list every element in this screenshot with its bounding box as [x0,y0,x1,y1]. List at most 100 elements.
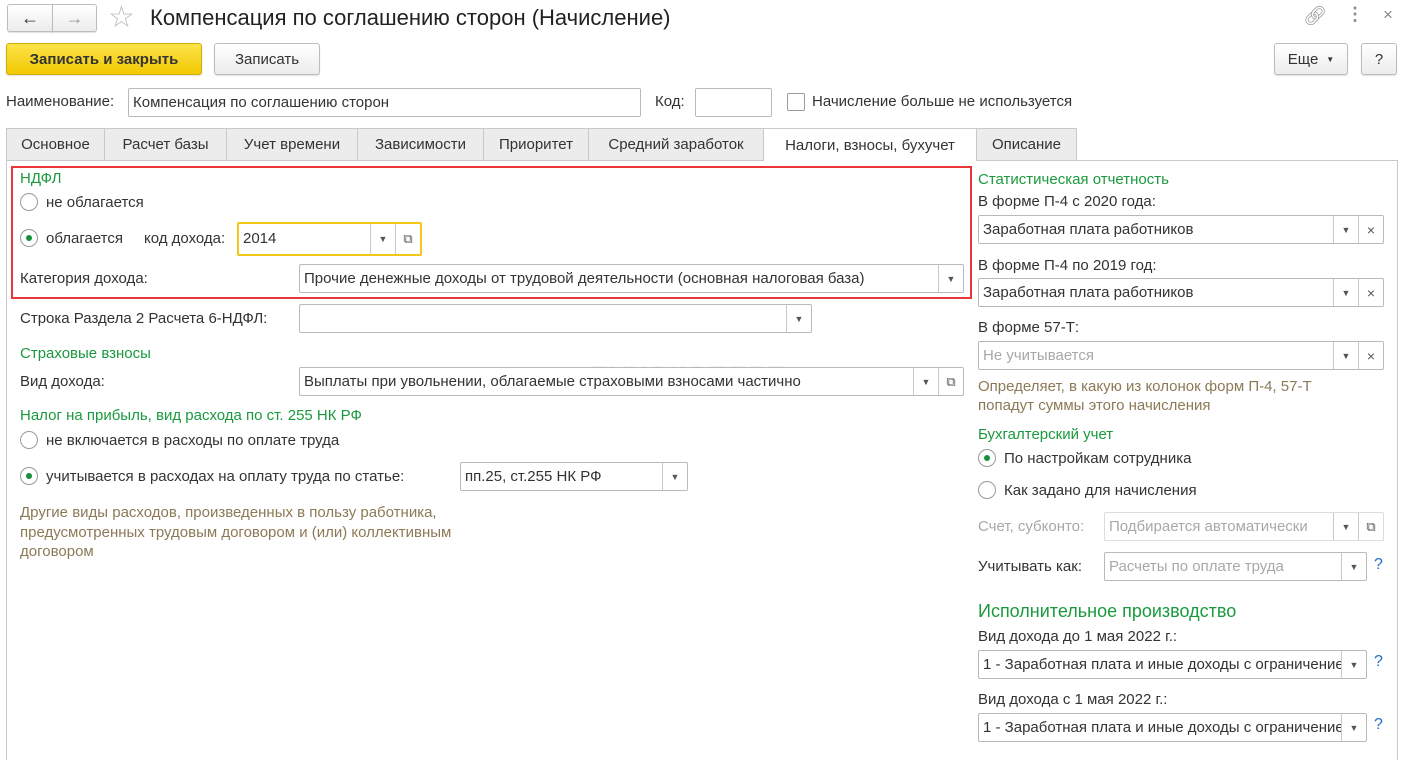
f57-select[interactable]: Не учитывается ▼ × [978,341,1384,370]
code-input[interactable] [695,88,772,117]
dropdown-arrow-icon[interactable]: ▼ [913,368,938,395]
clear-icon[interactable]: × [1358,279,1383,306]
p4-2020-label: В форме П-4 с 2020 года: [978,193,1156,210]
insurance-income-type-select[interactable]: Выплаты при увольнении, облагаемые страх… [299,367,964,396]
window-title: Компенсация по соглашению сторон (Начисл… [150,5,671,30]
help-question-icon[interactable]: ? [1374,556,1383,574]
treat-as-label: Учитывать как: [978,558,1083,575]
open-icon[interactable]: ⧉ [1358,513,1383,540]
profit-included-radio[interactable] [20,467,38,485]
enforcement-after-label: Вид дохода с 1 мая 2022 г.: [978,691,1168,708]
dropdown-arrow-icon[interactable]: ▼ [1341,553,1366,580]
star-icon[interactable]: ☆ [108,0,135,35]
income-category-select[interactable]: Прочие денежные доходы от трудовой деяте… [299,264,964,293]
p4-2019-value: Заработная плата работников [983,283,1194,301]
open-icon[interactable]: ⧉ [938,368,963,395]
profit-tax-heading: Налог на прибыль, вид расхода по ст. 255… [20,407,362,424]
name-value: Компенсация по соглашению сторон [133,93,390,111]
account-select[interactable]: Подбирается автоматически ▼ ⧉ [1104,512,1384,541]
accounting-employee-label: По настройкам сотрудника [1004,450,1192,467]
p4-2019-select[interactable]: Заработная плата работников ▼ × [978,278,1384,307]
stats-heading: Статистическая отчетность [978,171,1169,188]
unused-checkbox[interactable] [787,93,805,111]
enforcement-before-select[interactable]: 1 - Заработная плата и иные доходы с огр… [978,650,1367,679]
tab-main[interactable]: Основное [6,128,105,160]
insurance-income-type-label: Вид дохода: [20,373,105,390]
income-category-label: Категория дохода: [20,270,148,287]
accounting-accrual-radio[interactable] [978,481,996,499]
open-icon[interactable]: ⧉ [395,224,420,254]
tab-average-earnings[interactable]: Средний заработок [588,128,764,160]
tab-taxes[interactable]: Налоги, взносы, бухучет [763,128,977,161]
tab-base-calc[interactable]: Расчет базы [104,128,227,160]
profit-not-included-label: не включается в расходы по оплате труда [46,432,340,449]
p4-2020-select[interactable]: Заработная плата работников ▼ × [978,215,1384,244]
ndfl-taxed-label: облагается [46,230,124,247]
dropdown-arrow-icon[interactable]: ▼ [786,305,811,332]
help-line: договором [20,543,94,560]
account-label: Счет, субконто: [978,518,1085,535]
dropdown-arrow-icon[interactable]: ▼ [1333,216,1358,243]
more-button[interactable]: Еще ▼ [1274,43,1348,75]
help-question-icon[interactable]: ? [1374,653,1383,671]
help-line: Другие виды расходов, произведенных в по… [20,504,437,521]
dropdown-arrow-icon[interactable]: ▼ [662,463,687,490]
dropdown-arrow-icon[interactable]: ▼ [1341,651,1366,678]
enforcement-after-select[interactable]: 1 - Заработная плата и иные доходы с огр… [978,713,1367,742]
enforcement-before-label: Вид дохода до 1 мая 2022 г.: [978,628,1178,645]
help-line: предусмотренных трудовым договором и (ил… [20,523,452,541]
tab-dependencies[interactable]: Зависимости [357,128,484,160]
stats-help-text: Определяет, в какую из колонок форм П-4,… [978,377,1312,415]
insurance-income-type-value: Выплаты при увольнении, облагаемые страх… [304,372,801,390]
income-code-input[interactable]: 2014 ▼ ⧉ [237,222,422,256]
row-6ndfl-select[interactable]: ▼ [299,304,812,333]
dropdown-arrow-icon[interactable]: ▼ [1333,279,1358,306]
accounting-employee-radio[interactable] [978,449,996,467]
save-button[interactable]: Записать [214,43,320,75]
ndfl-heading: НДФЛ [20,170,62,187]
income-category-value: Прочие денежные доходы от трудовой деяте… [304,269,865,287]
help-question-icon[interactable]: ? [1374,716,1383,734]
treat-as-select[interactable]: Расчеты по оплате труда ▼ [1104,552,1367,581]
profit-not-included-radio[interactable] [20,431,38,449]
tab-time[interactable]: Учет времени [226,128,358,160]
p4-2019-label: В форме П-4 по 2019 год: [978,257,1157,274]
more-vertical-icon[interactable]: ⋮ [1346,4,1364,25]
name-input[interactable]: Компенсация по соглашению сторон [128,88,641,117]
dropdown-arrow-icon[interactable]: ▼ [1341,714,1366,741]
dropdown-arrow-icon[interactable]: ▼ [1333,342,1358,369]
profit-article-select[interactable]: пп.25, ст.255 НК РФ ▼ [460,462,688,491]
row-6ndfl-label: Строка Раздела 2 Расчета 6-НДФЛ: [20,310,268,327]
back-button[interactable]: ← [7,4,53,32]
enforcement-before-value: 1 - Заработная плата и иные доходы с огр… [983,655,1341,673]
forward-button[interactable]: → [52,4,97,32]
f57-placeholder: Не учитывается [983,346,1094,364]
close-icon[interactable]: × [1383,5,1393,25]
tab-description[interactable]: Описание [976,128,1077,160]
ndfl-not-taxed-label: не облагается [46,194,144,211]
clear-icon[interactable]: × [1358,216,1383,243]
p4-2020-value: Заработная плата работников [983,220,1194,238]
help-line: Определяет, в какую из колонок форм П-4,… [978,378,1312,395]
dropdown-arrow-icon[interactable]: ▼ [938,265,963,292]
ndfl-not-taxed-radio[interactable] [20,193,38,211]
accounting-accrual-label: Как задано для начисления [1004,482,1197,499]
treat-as-placeholder: Расчеты по оплате труда [1109,557,1284,575]
unused-label: Начисление больше не используется [812,93,1073,110]
tab-priority[interactable]: Приоритет [483,128,589,160]
clear-icon[interactable]: × [1358,342,1383,369]
name-label: Наименование: [6,93,115,110]
link-icon[interactable]: 🔗︎ [1303,4,1327,28]
dropdown-arrow-icon[interactable]: ▼ [370,224,395,254]
income-code-label: код дохода: [144,230,226,247]
help-button[interactable]: ? [1361,43,1397,75]
profit-included-label: учитывается в расходах на оплату труда п… [46,468,405,485]
income-code-value: 2014 [243,230,277,247]
forward-arrow-icon: → [65,7,84,28]
account-placeholder: Подбирается автоматически [1109,517,1308,535]
dropdown-arrow-icon[interactable]: ▼ [1333,513,1358,540]
more-label: Еще [1287,50,1319,68]
ndfl-taxed-radio[interactable] [20,229,38,247]
help-line: попадут суммы этого начисления [978,397,1211,414]
save-and-close-button[interactable]: Записать и закрыть [6,43,202,75]
